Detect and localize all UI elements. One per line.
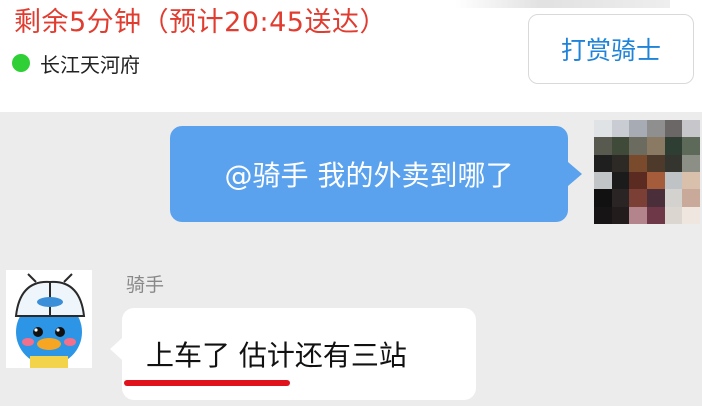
- mosaic-tile: [629, 137, 647, 155]
- mosaic-tile: [594, 154, 612, 172]
- mosaic-tile: [629, 189, 647, 207]
- mosaic-tile: [594, 189, 612, 207]
- mosaic-tile: [664, 154, 683, 172]
- outgoing-message-bubble[interactable]: @骑手 我的外卖到哪了: [170, 126, 582, 222]
- mosaic-tile: [646, 120, 665, 138]
- mosaic-tile: [664, 137, 683, 155]
- rider-avatar[interactable]: [6, 270, 92, 368]
- mosaic-tile: [594, 120, 612, 138]
- delivery-address-status: 长江天河府: [12, 50, 140, 77]
- mosaic-tile: [646, 189, 665, 207]
- mosaic-tile: [682, 189, 700, 207]
- mosaic-tile: [664, 206, 683, 224]
- mosaic-tile: [611, 137, 630, 155]
- mosaic-tile: [646, 206, 665, 224]
- mosaic-tile: [611, 206, 630, 224]
- mosaic-tile: [594, 172, 612, 190]
- incoming-sender-name: 骑手: [126, 274, 165, 296]
- status-dot-icon: [12, 54, 30, 72]
- mosaic-tile: [629, 172, 647, 190]
- mosaic-tile: [664, 189, 683, 207]
- mosaic-tile: [594, 137, 612, 155]
- header-blur-strip: [455, 0, 670, 8]
- mosaic-tile: [646, 154, 665, 172]
- mosaic-tile: [682, 120, 700, 138]
- mosaic-tile: [664, 172, 683, 190]
- rider-duck-icon: [6, 270, 92, 368]
- mosaic-tile: [682, 172, 700, 190]
- red-underline-annotation: [124, 380, 290, 386]
- address-label: 长江天河府: [40, 52, 140, 77]
- order-header: 剩余5分钟（预计20:45送达） 长江天河府 打赏骑士: [0, 0, 702, 112]
- incoming-message-bubble[interactable]: 上车了 估计还有三站: [110, 308, 476, 400]
- user-avatar-pixelated[interactable]: [594, 120, 700, 224]
- incoming-message-text: 上车了 估计还有三站: [146, 339, 407, 372]
- mosaic-tile: [646, 137, 665, 155]
- mosaic-tile: [682, 137, 700, 155]
- mosaic-tile: [629, 120, 647, 138]
- mosaic-tile: [682, 154, 700, 172]
- mosaic-tile: [611, 189, 630, 207]
- mosaic-tile: [611, 172, 630, 190]
- mosaic-tile: [646, 172, 665, 190]
- eta-title: 剩余5分钟（预计20:45送达）: [14, 7, 387, 38]
- mosaic-tile: [682, 206, 700, 224]
- mosaic-tile: [629, 154, 647, 172]
- mosaic-tile: [611, 120, 630, 138]
- mosaic-tile: [611, 154, 630, 172]
- outgoing-message-text: @骑手 我的外卖到哪了: [224, 159, 514, 192]
- mosaic-tile: [594, 206, 612, 224]
- mosaic-tile: [629, 206, 647, 224]
- tip-rider-button[interactable]: 打赏骑士: [528, 14, 694, 84]
- mosaic-tile: [664, 120, 683, 138]
